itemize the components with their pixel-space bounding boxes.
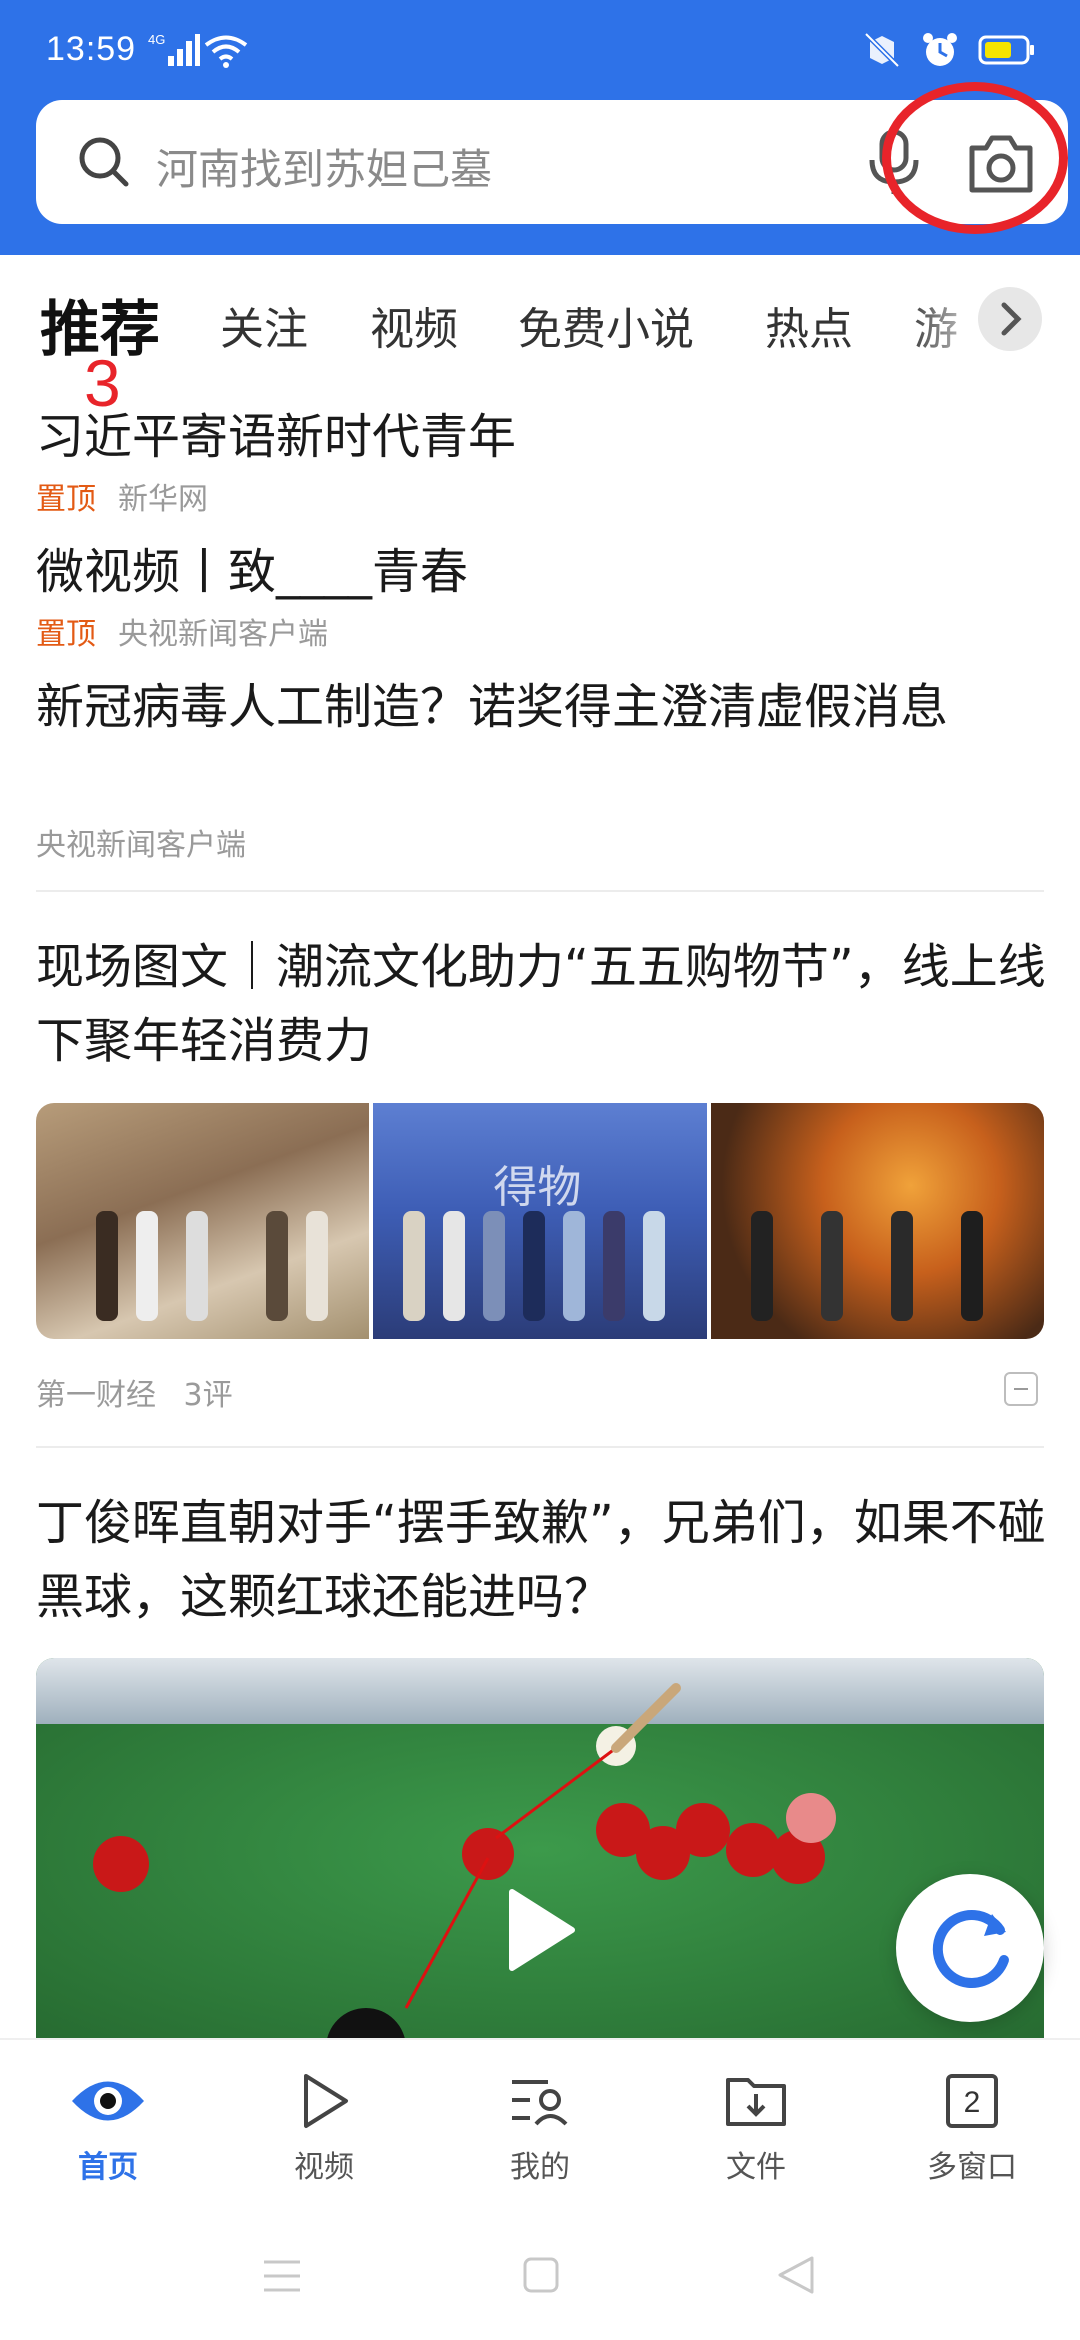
news-image-fashion-stage: 得物 [373, 1103, 707, 1339]
network-type: 4G [148, 32, 165, 47]
status-icons-right [862, 30, 1036, 70]
window-count: 2 [964, 2086, 981, 2119]
dismiss-icon[interactable] [1004, 1372, 1038, 1406]
nav-video[interactable]: 视频 [244, 2070, 404, 2186]
folder-download-icon [726, 2078, 786, 2126]
news-title[interactable]: 微视频丨致____青春 [36, 535, 1046, 609]
play-icon[interactable] [506, 1888, 578, 1972]
camera-highlight-circle [882, 82, 1068, 234]
nav-label: 首页 [78, 2150, 138, 2185]
top-header: 13:59 4G 河南找到苏妲己墓 [0, 0, 1080, 255]
shot-arrows [404, 1683, 681, 2009]
tab-video[interactable]: 视频 [370, 293, 458, 357]
nav-mine[interactable]: 我的 [460, 2070, 620, 2186]
battery-icon [978, 35, 1034, 65]
search-icon [76, 134, 132, 194]
status-bar: 13:59 4G [0, 0, 1080, 100]
news-title[interactable]: 丁俊晖直朝对手“摆手致歉”，兄弟们，如果不碰黑球，这颗红球还能进吗？ [36, 1486, 1046, 1634]
nav-label: 文件 [726, 2150, 786, 2185]
news-title[interactable]: 习近平寄语新时代青年 [36, 400, 1046, 474]
news-image-clothing-store [36, 1103, 370, 1339]
nav-files[interactable]: 文件 [676, 2070, 836, 2186]
news-source: 央视新闻客户端 [36, 828, 246, 863]
profile-list-icon [512, 2080, 568, 2126]
wifi-icon [204, 34, 248, 72]
nav-label: 我的 [510, 2150, 570, 2185]
news-meta: 央视新闻客户端 [36, 820, 246, 864]
home-nav-icon[interactable] [522, 2256, 560, 2294]
more-tabs-button[interactable] [978, 287, 1042, 351]
nav-label: 多窗口 [927, 2150, 1017, 2185]
news-meta: 置顶 央视新闻客户端 [36, 609, 328, 653]
back-nav-icon[interactable] [776, 2254, 816, 2296]
news-title[interactable]: 新冠病毒人工制造？诺奖得主澄清虚假消息 [36, 670, 1046, 744]
tab-hot[interactable]: 热点 [765, 293, 853, 357]
tab-free-novel[interactable]: 免费小说 [518, 293, 694, 357]
news-title[interactable]: 现场图文｜潮流文化助力“五五购物节”，线上线下聚年轻消费力 [36, 930, 1046, 1078]
vibrate-icon [864, 32, 900, 68]
system-navigation-bar [0, 2218, 1080, 2340]
stage-logo-text: 得物 [493, 1162, 582, 1213]
nav-multi-window[interactable]: 2 多窗口 [892, 2070, 1052, 2186]
search-input[interactable]: 河南找到苏妲己墓 [156, 136, 492, 197]
news-meta: 第一财经 3评 [36, 1370, 233, 1414]
news-source: 央视新闻客户端 [118, 617, 328, 652]
tab-follow[interactable]: 关注 [220, 293, 308, 357]
bottom-navigation: 首页 视频 我的 文件 2 多窗口 [0, 2038, 1080, 2218]
cellular-signal-icon: 4G [148, 32, 200, 72]
news-source: 第一财经 [36, 1378, 156, 1413]
news-meta: 置顶 新华网 [36, 474, 208, 518]
news-image-strip[interactable]: 得物 [36, 1103, 1044, 1339]
window-count-icon: 2 [946, 2074, 998, 2128]
comment-count: 3评 [183, 1378, 233, 1413]
pin-tag: 置顶 [36, 482, 96, 517]
news-source: 新华网 [118, 482, 208, 517]
divider [36, 890, 1044, 892]
refresh-icon [932, 1910, 1009, 1989]
divider [36, 1446, 1044, 1448]
video-thumbnail[interactable] [36, 1658, 1044, 2038]
eye-home-icon [72, 2081, 144, 2121]
nav-label: 视频 [294, 2150, 354, 2185]
menu-nav-icon[interactable] [262, 2258, 302, 2294]
news-image-bookstore [710, 1103, 1044, 1339]
channel-tabs: 推荐 关注 视频 免费小说 热点 游 [0, 255, 1080, 375]
play-outline-icon [304, 2074, 348, 2128]
chevron-right-icon [1001, 302, 1022, 336]
refresh-button[interactable] [896, 1874, 1044, 2022]
pin-tag: 置顶 [36, 617, 96, 652]
nav-home[interactable]: 首页 [28, 2070, 188, 2186]
status-time: 13:59 [46, 30, 137, 68]
alarm-icon [923, 33, 957, 66]
